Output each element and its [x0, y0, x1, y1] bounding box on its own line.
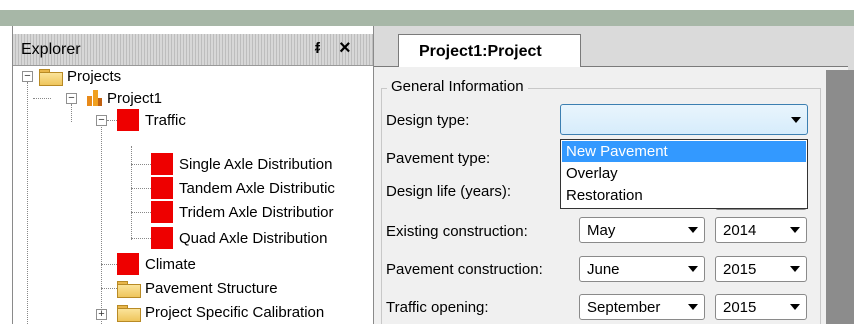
tree-item-label: Project1: [107, 89, 163, 107]
tree-item-label: Projects: [67, 68, 122, 85]
project1-expander[interactable]: −: [66, 93, 77, 104]
project-icon: [85, 88, 103, 108]
pavement-year-value: 2015: [723, 261, 757, 278]
top-strip: [0, 0, 854, 10]
tree-item-label: Project Specific Calibration: [145, 303, 325, 321]
tab-project1[interactable]: Project1:Project: [398, 34, 581, 67]
tree-item-label: Climate: [145, 255, 196, 273]
design-type-select[interactable]: [560, 104, 808, 135]
pavement-year-select[interactable]: 2015: [715, 256, 807, 282]
folder-icon: [117, 304, 141, 322]
tree-item-projects[interactable]: Projects: [39, 68, 121, 87]
calibration-expander[interactable]: +: [96, 309, 107, 320]
close-icon[interactable]: ×: [339, 37, 351, 60]
tree-item-label: Quad Axle Distribution: [179, 229, 328, 247]
climate-icon: [117, 253, 139, 275]
option-new-pavement[interactable]: New Pavement: [562, 141, 806, 162]
pavement-type-label: Pavement type:: [386, 150, 491, 167]
design-type-dropdown: New Pavement Overlay Restoration: [560, 139, 808, 209]
pavement-month-select[interactable]: June: [579, 256, 705, 282]
chevron-down-icon: [791, 117, 801, 123]
traffic-month-select[interactable]: September: [579, 294, 705, 320]
traffic-expander[interactable]: −: [96, 115, 107, 126]
tree-item-calibration[interactable]: Project Specific Calibration: [117, 301, 324, 323]
tree-item-quad-axle[interactable]: Quad Axle Distribution: [151, 227, 327, 249]
traffic-year-value: 2015: [723, 299, 757, 316]
pin-icon[interactable]: ᵮ: [315, 40, 320, 57]
tree-item-label: Tandem Axle Distributic: [179, 179, 335, 197]
chevron-down-icon: [688, 227, 698, 233]
single-axle-icon: [151, 153, 173, 175]
existing-year-select[interactable]: 2014: [715, 217, 807, 243]
existing-construction-label: Existing construction:: [386, 223, 528, 240]
tree-item-label: Tridem Axle Distributior: [179, 203, 334, 221]
tree-item-pavement-structure[interactable]: Pavement Structure: [117, 277, 278, 299]
traffic-opening-label: Traffic opening:: [386, 299, 489, 316]
tree-item-label: Pavement Structure: [145, 279, 278, 297]
pavement-construction-label: Pavement construction:: [386, 261, 543, 278]
chevron-down-icon: [688, 266, 698, 272]
pavement-month-value: June: [587, 261, 620, 278]
tree-item-tridem-axle[interactable]: Tridem Axle Distributior: [151, 201, 333, 223]
tree-item-project1[interactable]: Project1: [85, 87, 162, 109]
tree-item-label: Single Axle Distribution: [179, 155, 333, 173]
tree-item-climate[interactable]: Climate: [117, 253, 196, 275]
traffic-year-select[interactable]: 2015: [715, 294, 807, 320]
design-type-label: Design type:: [386, 112, 470, 129]
folder-icon: [117, 280, 141, 298]
tree-item-label: Traffic: [145, 111, 186, 129]
existing-month-select[interactable]: May: [579, 217, 705, 243]
design-life-label: Design life (years):: [386, 183, 512, 200]
group-title: General Information: [387, 78, 528, 95]
explorer-title: Explorer: [21, 41, 81, 58]
tree-item-traffic[interactable]: Traffic: [117, 109, 186, 131]
project-tree: − Projects − Project1 − Traffic Single A…: [13, 68, 373, 324]
panel-scroll-region: [826, 70, 854, 324]
existing-month-value: May: [587, 222, 616, 239]
traffic-month-value: September: [587, 299, 661, 316]
title-bar: [0, 10, 854, 26]
projects-expander[interactable]: −: [22, 71, 33, 82]
tree-item-single-axle[interactable]: Single Axle Distribution: [151, 153, 332, 175]
existing-year-value: 2014: [723, 222, 757, 239]
explorer-header: Explorer ᵮ ×: [13, 34, 373, 66]
explorer-pane: Explorer ᵮ × − Projects − Project1 − Tra…: [12, 26, 374, 324]
quad-axle-icon: [151, 227, 173, 249]
tandem-axle-icon: [151, 177, 173, 199]
tree-item-tandem-axle[interactable]: Tandem Axle Distributic: [151, 177, 335, 199]
traffic-icon: [117, 109, 139, 131]
tab-label: Project1:Project: [419, 43, 542, 60]
chevron-down-icon: [790, 227, 800, 233]
option-overlay[interactable]: Overlay: [562, 163, 806, 184]
chevron-down-icon: [790, 304, 800, 310]
chevron-down-icon: [790, 266, 800, 272]
option-restoration[interactable]: Restoration: [562, 185, 806, 206]
tridem-axle-icon: [151, 201, 173, 223]
folder-icon: [39, 68, 63, 86]
chevron-down-icon: [688, 304, 698, 310]
